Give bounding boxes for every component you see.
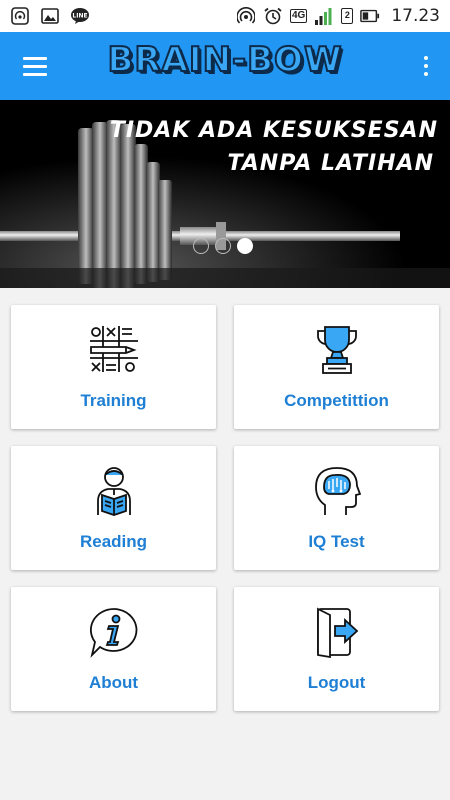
app-title-text: BRAIN-BOW xyxy=(107,39,343,81)
logout-label: Logout xyxy=(307,673,366,692)
more-vert-icon xyxy=(424,56,428,60)
training-card[interactable]: Training xyxy=(11,305,216,429)
wifi-tethering-icon xyxy=(236,7,256,25)
carousel-dot[interactable] xyxy=(193,238,209,254)
alarm-icon xyxy=(263,7,283,25)
line-app-icon: LINE xyxy=(70,7,90,25)
brain-head-icon xyxy=(310,464,364,518)
svg-text:LINE: LINE xyxy=(72,13,87,20)
about-card[interactable]: About xyxy=(11,587,216,711)
competition-label: Competittion xyxy=(284,391,389,410)
network-type-badge: 4G xyxy=(289,9,308,23)
iq-test-card[interactable]: IQ Test xyxy=(234,446,439,570)
trophy-icon xyxy=(310,323,364,377)
hamburger-icon xyxy=(23,54,47,78)
iq-test-label: IQ Test xyxy=(308,532,365,551)
carousel-dot-active[interactable] xyxy=(237,238,253,254)
info-bubble-icon xyxy=(87,605,141,659)
clock: 17.23 xyxy=(391,6,440,26)
status-bar: LINE 4G 2 17.23 xyxy=(0,0,450,32)
reading-card[interactable]: Reading xyxy=(11,446,216,570)
banner-line-2: TANPA LATIHAN xyxy=(227,151,434,176)
logout-card[interactable]: Logout xyxy=(234,587,439,711)
hamburger-menu-button[interactable] xyxy=(7,38,63,94)
signal-icon xyxy=(314,7,334,25)
competition-card[interactable]: Competittion xyxy=(234,305,439,429)
banner-caption: TIDAK ADA KESUKSESAN TANPA LATIHAN xyxy=(110,114,438,180)
logout-door-icon xyxy=(310,605,364,659)
battery-icon xyxy=(360,7,380,25)
carousel-indicator xyxy=(193,238,253,254)
about-label: About xyxy=(88,673,139,692)
app-bar: BRAIN-BOW xyxy=(0,32,450,100)
reading-label: Reading xyxy=(79,532,148,551)
app-title: BRAIN-BOW xyxy=(0,39,450,81)
carousel-dot[interactable] xyxy=(215,238,231,254)
sim-slot-badge: 2 xyxy=(341,8,354,24)
person-reading-icon xyxy=(87,464,141,518)
gallery-icon xyxy=(40,7,60,25)
banner-carousel[interactable]: TIDAK ADA KESUKSESAN TANPA LATIHAN xyxy=(0,100,450,288)
banner-line-1: TIDAK ADA KESUKSESAN xyxy=(109,118,438,143)
hotspot-icon xyxy=(10,7,30,25)
more-options-button[interactable] xyxy=(416,50,436,82)
menu-grid: Training Competittion Reading IQ Test Ab… xyxy=(11,305,439,711)
training-label: Training xyxy=(80,391,147,410)
tic-tac-toe-pencil-icon xyxy=(87,323,141,377)
